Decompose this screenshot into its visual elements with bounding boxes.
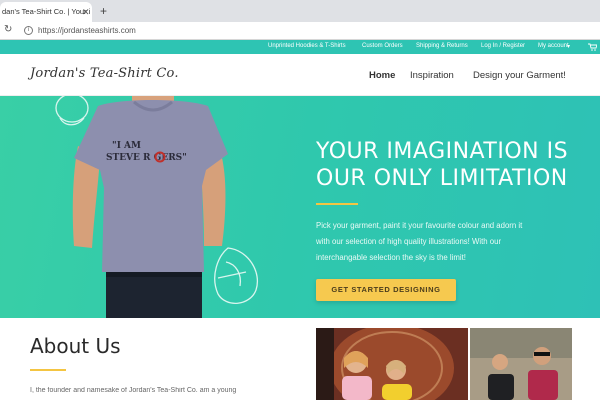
hero-title: YOUR IMAGINATION IS OUR ONLY LIMITATION — [316, 139, 569, 191]
address-bar: ↻ i https://jordansteashirts.com — [0, 22, 600, 40]
customers-photo-1 — [316, 328, 468, 400]
cart-icon[interactable] — [588, 43, 597, 51]
reload-icon[interactable]: ↻ — [4, 24, 12, 35]
nav-home[interactable]: Home — [369, 70, 395, 81]
nav-link-my-account[interactable]: My account — [538, 43, 569, 49]
hero-description: Pick your garment, paint it your favouri… — [316, 221, 523, 262]
model-wearing-tshirt-image: "I AM STEVE R GERS" — [55, 96, 258, 318]
site-logo[interactable]: Jordan's Tea-Shirt Co. — [30, 66, 179, 81]
about-divider — [30, 369, 66, 371]
site-header: Jordan's Tea-Shirt Co. Home Inspiration … — [0, 54, 600, 96]
shirt-print-line2: STEVE R GERS" — [106, 153, 187, 163]
url-field[interactable]: https://jordansteashirts.com — [38, 26, 136, 35]
tab-title: dan's Tea-Shirt Co. | Your i — [2, 7, 91, 16]
customers-photo-2 — [470, 328, 572, 400]
about-text: I, the founder and namesake of Jordan's … — [30, 387, 237, 394]
about-section: About Us I, the founder and namesake of … — [0, 318, 600, 400]
nav-link-login[interactable]: Log In / Register — [481, 43, 525, 49]
chevron-down-icon: ▾ — [567, 44, 571, 50]
nav-link-shipping[interactable]: Shipping & Returns — [416, 43, 468, 49]
utility-nav: Unprinted Hoodies & T-Shirts Custom Orde… — [0, 40, 600, 54]
info-icon[interactable]: i — [24, 26, 33, 35]
hero-banner: "I AM STEVE R GERS" YOUR IMAGINATION IS … — [0, 96, 600, 318]
browser-tab[interactable]: dan's Tea-Shirt Co. | Your i ✕ — [0, 2, 92, 22]
browser-tab-bar: dan's Tea-Shirt Co. | Your i ✕ + — [0, 0, 600, 22]
nav-link-custom-orders[interactable]: Custom Orders — [362, 43, 403, 49]
about-title: About Us — [30, 334, 121, 358]
nav-link-unprinted[interactable]: Unprinted Hoodies & T-Shirts — [268, 43, 346, 49]
get-started-button[interactable]: GET STARTED DESIGNING — [316, 279, 456, 301]
nav-design-garment[interactable]: Design your Garment! — [473, 70, 566, 81]
close-icon[interactable]: ✕ — [82, 7, 90, 18]
hero-divider — [316, 203, 358, 205]
shirt-print-line1: "I AM — [112, 141, 141, 151]
nav-inspiration[interactable]: Inspiration — [410, 70, 454, 81]
new-tab-icon[interactable]: + — [100, 4, 107, 18]
